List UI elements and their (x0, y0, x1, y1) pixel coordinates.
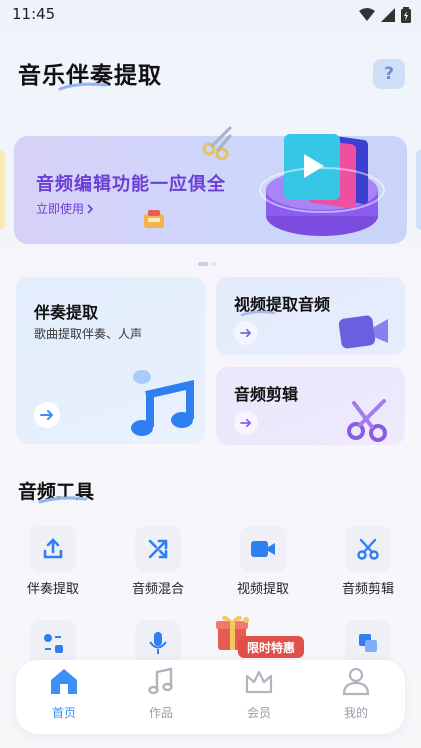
arrow-right-icon (240, 418, 252, 428)
banner-prev-peek (0, 150, 5, 230)
upload-icon (30, 526, 76, 572)
card-underline-decoration (240, 310, 276, 317)
toolbox-icon (144, 210, 164, 228)
tool-video-extract[interactable]: 视频提取 (223, 526, 303, 597)
banner-dot-active (198, 262, 208, 266)
status-time: 11:45 (12, 5, 56, 23)
banner-title: 音频编辑功能一应俱全 (36, 174, 226, 195)
battery-icon (401, 7, 411, 23)
chevron-right-icon (87, 203, 94, 214)
tool-label: 视频提取 (236, 582, 289, 597)
card-title: 伴奏提取 (34, 303, 99, 322)
status-bar: 11:45 (0, 0, 421, 30)
banner-use-now-link[interactable]: 立即使用 (36, 200, 94, 217)
scissors-icon (345, 526, 391, 572)
home-icon (51, 669, 77, 694)
video-extract-audio-card[interactable]: 视频提取音频 (216, 277, 405, 355)
title-underline-decoration (58, 82, 108, 91)
tool-label: 伴奏提取 (26, 582, 79, 597)
tool-accompaniment-extract[interactable]: 伴奏提取 (13, 526, 93, 597)
video-icon (240, 526, 286, 572)
tool-label: 音频混合 (131, 582, 184, 597)
signal-icon (381, 8, 395, 22)
card-title: 音频剪辑 (234, 385, 299, 404)
banner-dot (212, 262, 216, 266)
video-extract-go-button[interactable] (234, 321, 258, 345)
person-icon (342, 667, 370, 696)
media-stack-illustration (259, 134, 385, 236)
scissors-illustration-icon (347, 399, 387, 442)
status-icons (359, 7, 411, 23)
tab-profile[interactable]: 我的 (316, 666, 396, 721)
banner-next-peek (416, 150, 421, 230)
tab-label: 会员 (246, 706, 271, 720)
tab-label: 我的 (343, 706, 368, 720)
tab-works[interactable]: 作品 (121, 666, 201, 721)
tab-label: 首页 (51, 706, 76, 720)
promo-banner[interactable]: 音频编辑功能一应俱全 立即使用 (14, 126, 407, 244)
scissors-illustration-icon (202, 126, 232, 160)
music-note-icon (148, 667, 173, 695)
audio-cut-card[interactable]: 音频剪辑 (216, 367, 405, 445)
tool-audio-mix[interactable]: 音频混合 (118, 526, 198, 597)
shuffle-icon (135, 526, 181, 572)
accompaniment-go-button[interactable] (34, 402, 60, 428)
tab-home[interactable]: 首页 (24, 666, 104, 721)
wifi-icon (359, 8, 375, 21)
banner-pagination (198, 262, 216, 266)
card-subtitle: 歌曲提取伴奏、人声 (34, 327, 143, 341)
limited-offer-badge[interactable]: 限时特惠 (238, 636, 305, 658)
audio-cut-go-button[interactable] (234, 411, 258, 435)
help-button[interactable]: ? (373, 59, 405, 89)
crown-icon (245, 670, 273, 694)
music-note-illustration-icon (131, 370, 194, 436)
arrow-right-icon (40, 410, 54, 420)
tab-label: 作品 (148, 706, 173, 720)
arrow-right-icon (240, 328, 252, 338)
section-underline-decoration (38, 496, 88, 504)
tool-audio-cut[interactable]: 音频剪辑 (328, 526, 408, 597)
tool-label: 音频剪辑 (341, 582, 394, 597)
accompaniment-extract-card[interactable]: 伴奏提取 歌曲提取伴奏、人声 (16, 277, 205, 444)
bottom-tab-bar: 首页 作品 会员 我的 (16, 660, 405, 734)
banner-link-label: 立即使用 (36, 202, 85, 216)
tab-membership[interactable]: 会员 (219, 666, 299, 721)
video-camera-illustration-icon (338, 315, 388, 349)
